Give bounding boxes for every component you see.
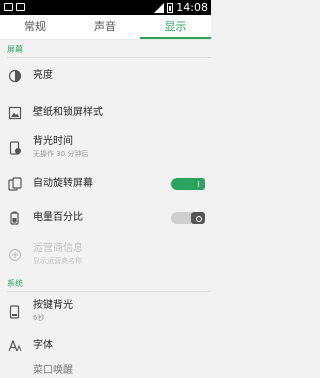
signal-icon xyxy=(154,2,165,13)
settings-row-backlight[interactable]: 背光时间 无操作 30 分钟后 xyxy=(0,132,211,164)
row-title: 电量百分比 xyxy=(33,212,83,223)
auto-rotate-toggle[interactable] xyxy=(171,178,205,190)
row-title: 运营商信息 xyxy=(33,243,83,254)
settings-row-wallpaper[interactable]: 壁纸和锁屏样式 xyxy=(0,100,211,128)
toggle-knob xyxy=(191,212,205,224)
row-title: 自动旋转屏幕 xyxy=(33,178,93,189)
brightness-icon xyxy=(8,69,22,83)
row-title: 菜口唤醒 xyxy=(33,365,73,376)
notification-icon xyxy=(4,3,13,11)
row-title: 字体 xyxy=(33,340,53,351)
tab-bar: 常规 声音 显示 xyxy=(0,15,211,40)
section-divider xyxy=(7,57,211,58)
toggle-knob xyxy=(191,178,205,190)
settings-row-key-backlight[interactable]: 按键背光 6秒 xyxy=(0,296,211,328)
status-bar: 14:08 xyxy=(0,0,211,15)
carrier-icon xyxy=(8,248,22,262)
row-title: 壁纸和锁屏样式 xyxy=(33,107,103,118)
settings-row-auto-rotate[interactable]: 自动旋转屏幕 xyxy=(0,170,211,198)
phone-timer-icon xyxy=(8,141,22,155)
image-notification-icon xyxy=(16,3,25,11)
settings-row-font[interactable]: 字体 xyxy=(0,334,211,358)
active-tab-indicator xyxy=(140,37,211,39)
status-time: 14:08 xyxy=(176,1,208,14)
battery-icon xyxy=(8,211,22,225)
row-title: 亮度 xyxy=(33,70,53,81)
section-header-screen: 屏幕 xyxy=(7,45,23,54)
row-subtitle: 显示运营商名称 xyxy=(33,257,82,265)
section-header-system: 系统 xyxy=(7,279,23,288)
wallpaper-icon xyxy=(8,106,22,120)
tab-display[interactable]: 显示 xyxy=(140,15,211,39)
row-subtitle: 无操作 30 分钟后 xyxy=(33,150,89,158)
row-title: 背光时间 xyxy=(33,136,73,147)
battery-status-icon xyxy=(167,2,174,13)
font-icon xyxy=(8,339,22,353)
tab-sound[interactable]: 声音 xyxy=(70,15,140,39)
notification-icons xyxy=(4,3,25,11)
settings-row-brightness[interactable]: 亮度 xyxy=(0,64,211,88)
settings-row-battery-percentage[interactable]: 电量百分比 xyxy=(0,204,211,232)
settings-row-carrier-info: 运营商信息 显示运营商名称 xyxy=(0,240,211,270)
section-divider xyxy=(7,291,211,292)
battery-percentage-toggle[interactable] xyxy=(171,212,205,224)
row-title: 按键背光 xyxy=(33,300,73,311)
row-subtitle: 6秒 xyxy=(33,314,45,322)
key-backlight-icon xyxy=(8,305,22,319)
tab-general[interactable]: 常规 xyxy=(0,15,70,39)
rotate-screen-icon xyxy=(8,177,22,191)
settings-row-partial[interactable]: 菜口唤醒 xyxy=(0,365,211,378)
